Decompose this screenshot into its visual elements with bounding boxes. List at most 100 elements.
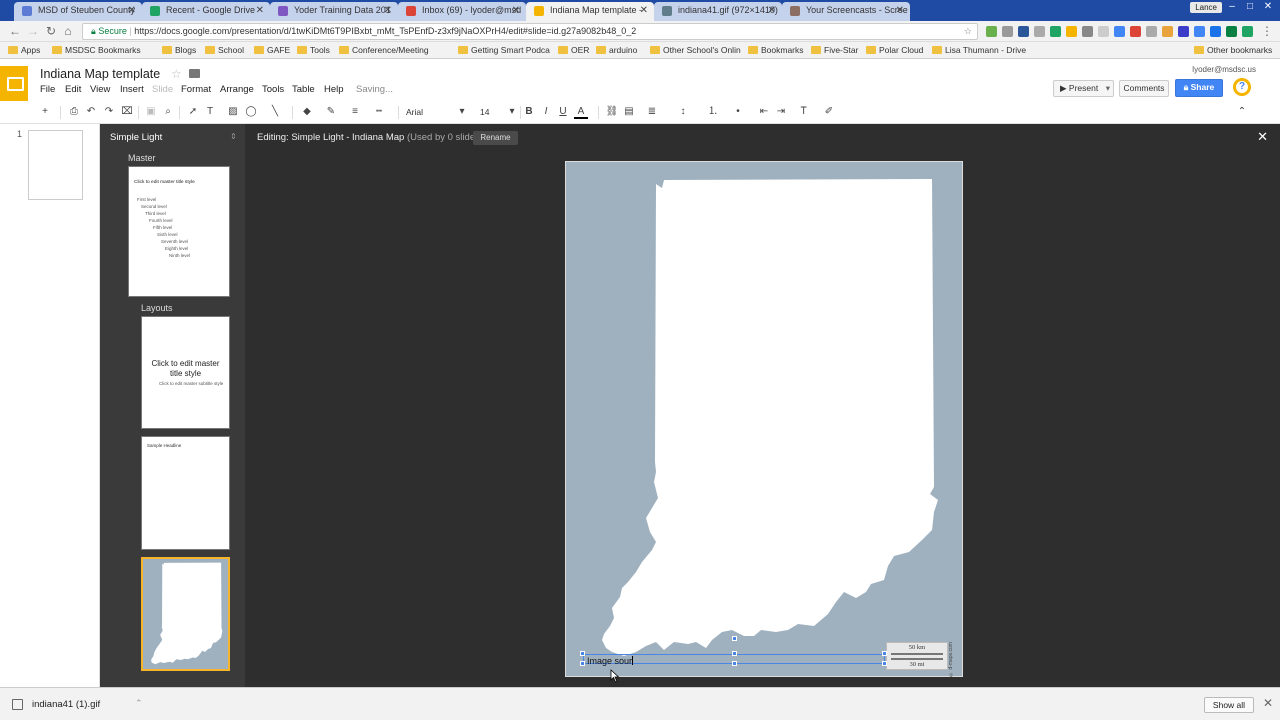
chevron-up-icon[interactable]: ⌃ — [135, 698, 143, 709]
document-title[interactable]: Indiana Map template — [40, 67, 160, 81]
close-tab-icon[interactable]: ✕ — [768, 2, 776, 19]
bookmark-item[interactable]: Getting Smart Podca — [458, 44, 550, 56]
bookmark-item[interactable]: Bookmarks — [748, 44, 804, 56]
zoom-icon[interactable]: ⌕ — [161, 105, 175, 119]
menu-file[interactable]: File — [40, 84, 55, 95]
text-box-icon[interactable]: T — [203, 105, 217, 119]
layout-thumbnail-title[interactable]: Click to edit master title style Click t… — [141, 316, 230, 429]
layout-thumbnail-indiana-map[interactable] — [141, 557, 230, 671]
extension-icon[interactable] — [1050, 26, 1061, 37]
master-thumbnail[interactable]: Click to edit master title style First l… — [128, 166, 230, 297]
extension-icon[interactable] — [1114, 26, 1125, 37]
bookmark-item[interactable]: Five-Star — [811, 44, 858, 56]
browser-tab[interactable]: Recent - Google Drive ✕ — [142, 2, 270, 21]
redo-icon[interactable]: ↷ — [102, 105, 116, 119]
drag-handle-icon[interactable]: ⇕ — [230, 132, 237, 141]
bookmark-item[interactable]: Polar Cloud — [866, 44, 923, 56]
extension-icon[interactable] — [1130, 26, 1141, 37]
onenote-extension-icon[interactable] — [1018, 26, 1029, 37]
share-button[interactable]: 🔒︎ Share — [1175, 79, 1223, 97]
bookmark-star-icon[interactable]: ☆ — [964, 24, 972, 39]
bookmark-item[interactable]: Lisa Thumann - Drive — [932, 44, 1026, 56]
bold-icon[interactable]: B — [522, 105, 536, 119]
star-icon[interactable]: ☆ — [171, 67, 182, 81]
forward-icon[interactable]: → — [26, 24, 40, 38]
italic-icon[interactable]: I — [539, 105, 553, 119]
menu-tools[interactable]: Tools — [262, 84, 284, 95]
select-arrow-icon[interactable]: ➚ — [186, 105, 200, 119]
close-tab-icon[interactable]: ✕ — [640, 2, 648, 19]
resize-handle[interactable] — [580, 661, 585, 666]
extension-icon[interactable] — [1210, 26, 1221, 37]
menu-insert[interactable]: Insert — [120, 84, 144, 95]
menu-arrange[interactable]: Arrange — [220, 84, 254, 95]
bookmark-item[interactable]: Conference/Meeting — [339, 44, 429, 56]
collapse-toolbar-icon[interactable]: ⌃ — [1235, 105, 1249, 119]
rename-button[interactable]: Rename — [473, 131, 518, 145]
bookmark-item[interactable]: Tools — [297, 44, 330, 56]
show-all-button[interactable]: Show all — [1204, 697, 1254, 713]
extension-icon[interactable] — [1162, 26, 1173, 37]
bookmark-item[interactable]: MSDSC Bookmarks — [52, 44, 141, 56]
new-slide-icon[interactable]: + — [38, 105, 52, 119]
pen-icon[interactable]: ✐ — [822, 105, 836, 119]
decrease-indent-icon[interactable]: ⇤ — [757, 105, 771, 119]
home-icon[interactable]: ⌂ — [61, 24, 75, 38]
border-color-icon[interactable]: ✎ — [324, 105, 338, 119]
comments-button[interactable]: Comments — [1119, 80, 1169, 97]
chevron-down-icon[interactable]: ▾ — [505, 105, 519, 119]
browser-tab[interactable]: MSD of Steuben County ✕ — [14, 2, 142, 21]
url-input[interactable]: 🔒︎ Secure | https://docs.google.com/pres… — [82, 23, 978, 40]
menu-help[interactable]: Help — [324, 84, 344, 95]
shape-icon[interactable]: ◯ — [244, 105, 258, 119]
reload-icon[interactable]: ↻ — [44, 24, 58, 38]
extension-icon[interactable] — [1066, 26, 1077, 37]
close-downloads-icon[interactable]: ✕ — [1263, 696, 1273, 710]
slides-logo-icon[interactable] — [0, 66, 28, 102]
close-tab-icon[interactable]: ✕ — [512, 2, 520, 19]
resize-handle[interactable] — [732, 661, 737, 666]
indiana-map-image[interactable] — [566, 162, 964, 678]
border-dash-icon[interactable]: ┅ — [372, 105, 386, 119]
browser-tab[interactable]: Your Screencasts - Scree ✕ — [782, 2, 910, 21]
profile-name[interactable]: Lance — [1190, 2, 1222, 13]
close-tab-icon[interactable]: ✕ — [384, 2, 392, 19]
increase-indent-icon[interactable]: ⇥ — [774, 105, 788, 119]
bookmark-apps[interactable]: Apps — [8, 44, 40, 56]
maximize-icon[interactable]: □ — [1244, 1, 1256, 13]
font-size-select[interactable]: 14 — [480, 107, 489, 117]
extension-icon[interactable] — [1178, 26, 1189, 37]
print-icon[interactable]: ⎙ — [67, 105, 81, 119]
slide-page[interactable]: 50 km 30 mi © d-maps.com Image sour — [565, 161, 963, 677]
text-box-content[interactable]: Image sour — [587, 656, 634, 666]
line-icon[interactable]: ╲ — [268, 105, 282, 119]
font-select[interactable]: Arial — [406, 107, 423, 117]
present-button[interactable]: ▶ Present ▾ — [1053, 80, 1114, 97]
line-spacing-icon[interactable]: ↕ — [676, 105, 690, 119]
bulleted-list-icon[interactable]: • — [731, 105, 745, 119]
bookmark-item[interactable]: GAFE — [254, 44, 290, 56]
chevron-down-icon[interactable]: ▾ — [455, 105, 469, 119]
bookmark-item[interactable]: Other School's Onlin — [650, 44, 741, 56]
menu-edit[interactable]: Edit — [65, 84, 81, 95]
back-icon[interactable]: ← — [8, 24, 22, 38]
rotate-handle[interactable] — [732, 636, 737, 641]
extension-icon[interactable] — [1242, 26, 1253, 37]
text-color-icon[interactable]: A — [574, 105, 588, 119]
comment-icon[interactable]: ▤ — [622, 105, 636, 119]
resize-handle[interactable] — [882, 651, 887, 656]
undo-icon[interactable]: ↶ — [84, 105, 98, 119]
menu-table[interactable]: Table — [292, 84, 315, 95]
close-tab-icon[interactable]: ✕ — [896, 2, 904, 19]
minimize-icon[interactable]: – — [1226, 1, 1238, 13]
layout-thumbnail-headline[interactable]: Sample Headline — [141, 436, 230, 550]
bookmark-item[interactable]: arduino — [596, 44, 637, 56]
border-weight-icon[interactable]: ≡ — [348, 105, 362, 119]
bookmark-item[interactable]: Blogs — [162, 44, 196, 56]
help-icon[interactable]: ? — [1233, 78, 1251, 96]
fill-color-icon[interactable]: ◆ — [300, 105, 314, 119]
numbered-list-icon[interactable]: ⒈ — [706, 105, 720, 119]
resize-handle[interactable] — [580, 651, 585, 656]
close-tab-icon[interactable]: ✕ — [256, 2, 264, 19]
extension-icon[interactable] — [1146, 26, 1157, 37]
